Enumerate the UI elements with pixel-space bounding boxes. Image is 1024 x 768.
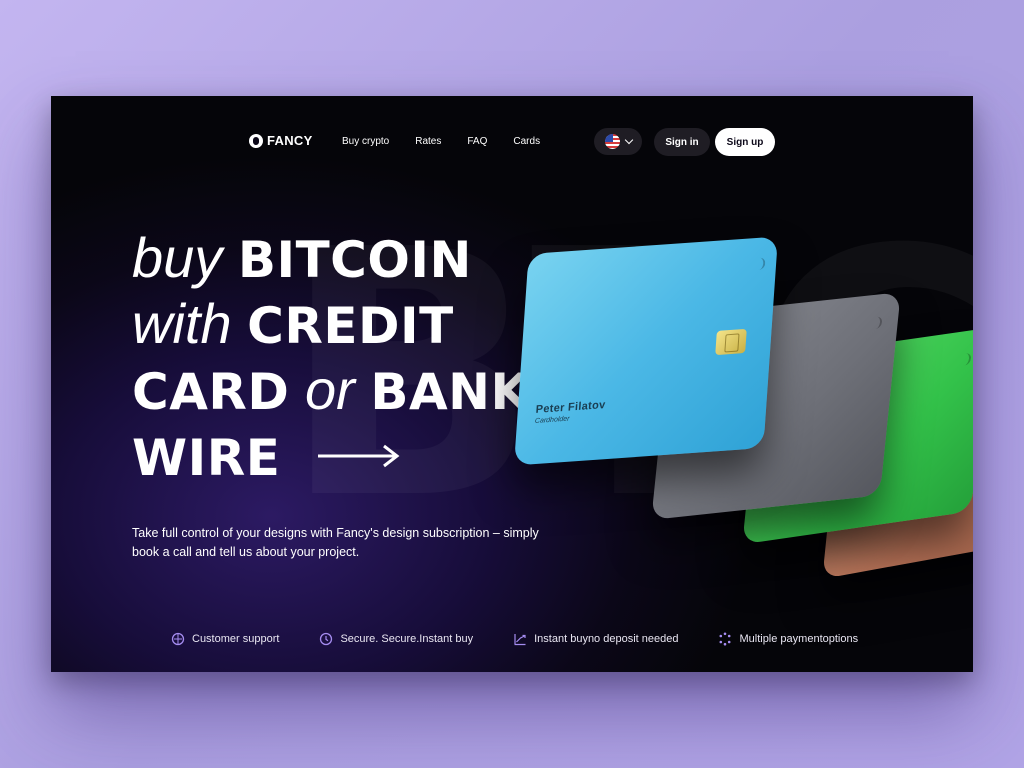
sign-up-button[interactable]: Sign up: [715, 128, 775, 156]
headline-word: BITCOIN: [237, 231, 472, 289]
arrow-right-icon: [317, 445, 400, 468]
sign-in-button[interactable]: Sign in: [654, 128, 710, 156]
logo[interactable]: FANCY: [249, 133, 313, 148]
nav-link-buy-crypto[interactable]: Buy crypto: [342, 136, 389, 147]
blue-card: Peter Filatov Cardholder: [513, 236, 779, 466]
cardholder-label: Cardholder: [534, 415, 570, 426]
language-selector[interactable]: [594, 128, 642, 155]
feature-item: Customer support: [171, 632, 279, 646]
contactless-icon: [956, 352, 972, 367]
hero-headline: buy BITCOIN with CREDIT CARD or BANK WIR…: [132, 226, 530, 490]
landing-page: BTC FANCY Buy crypto Rates FAQ Cards Sig…: [51, 96, 973, 672]
contactless-icon: [750, 257, 766, 271]
cards-illustration: Peter Filatov Cardholder: [501, 236, 973, 586]
support-icon: [171, 632, 185, 646]
logo-text: FANCY: [267, 133, 313, 148]
feature-item: Secure. Secure.Instant buy: [319, 632, 473, 646]
headline-word: WIRE: [132, 429, 281, 487]
nav-link-faq[interactable]: FAQ: [467, 136, 487, 147]
us-flag-icon: [604, 134, 620, 149]
cardholder-name: Peter Filatov: [535, 398, 606, 416]
feature-item: Instant buyno deposit needed: [513, 632, 678, 646]
headline-word: CARD: [132, 363, 290, 421]
main-nav: Buy crypto Rates FAQ Cards: [342, 136, 540, 147]
nav-link-rates[interactable]: Rates: [415, 136, 441, 147]
clock-icon: [319, 632, 333, 646]
feature-label: Instant buyno deposit needed: [534, 633, 679, 645]
feature-item: Multiple paymentoptions: [718, 632, 858, 646]
hero-description: Take full control of your designs with F…: [132, 525, 539, 559]
headline-word: or: [304, 358, 355, 421]
payment-icon: [718, 632, 732, 646]
headline-word: with: [132, 292, 232, 355]
nav-link-cards[interactable]: Cards: [513, 136, 540, 147]
headline-word: CREDIT: [247, 297, 454, 355]
chevron-down-icon: [624, 135, 633, 145]
feature-label: Secure. Secure.Instant buy: [340, 633, 474, 645]
feature-label: Customer support: [192, 633, 280, 645]
contactless-icon: [867, 316, 883, 330]
features-bar: Customer support Secure. Secure.Instant …: [171, 632, 858, 646]
feature-label: Multiple paymentoptions: [739, 633, 859, 645]
trend-icon: [513, 632, 527, 646]
chip-icon: [715, 328, 747, 356]
headline-word: buy: [132, 226, 223, 289]
logo-icon: [249, 133, 263, 148]
